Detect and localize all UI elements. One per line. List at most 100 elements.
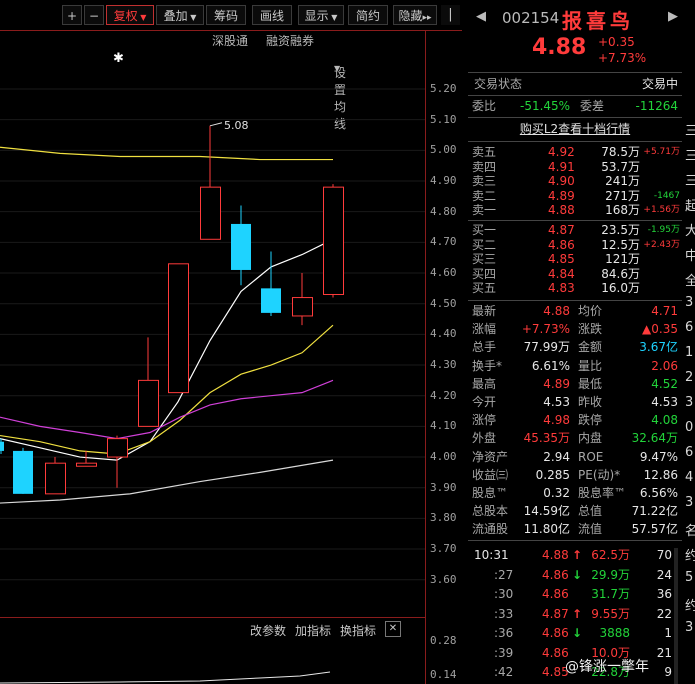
stat-value: 2.06 <box>651 358 678 373</box>
stat-label: 流通股 <box>472 522 509 537</box>
tick-time: :36 <box>494 626 514 640</box>
stat-row: 总手 77.99万 金额 3.67亿 <box>468 339 682 356</box>
edge-char: 起 <box>685 199 695 214</box>
level-price: 4.83 <box>548 281 575 295</box>
buy-l2-link[interactable]: 购买L2查看十档行情 <box>468 121 682 138</box>
tick-time: :42 <box>494 665 514 679</box>
tick-volume: 3888 <box>599 626 630 640</box>
close-indicator-icon[interactable]: ✕ <box>385 621 401 637</box>
next-stock-icon[interactable]: ▶ <box>668 9 678 24</box>
candle-body <box>45 462 66 495</box>
price-tick: 4.70 <box>430 235 457 249</box>
stat-label: 总手 <box>472 340 497 355</box>
candle-body <box>292 297 313 317</box>
stat-label: ROE <box>578 449 604 464</box>
stat-label: 最高 <box>472 376 497 391</box>
stat-label: 最低 <box>578 376 603 391</box>
level-label: 卖一 <box>472 203 497 217</box>
stat-label: 换手* <box>472 358 503 373</box>
level-delta: +1.56万 <box>643 205 680 215</box>
stat-label: 净资产 <box>472 449 509 464</box>
tick-time: :30 <box>494 587 514 601</box>
stat-value: 12.86 <box>643 467 678 482</box>
price-tick: 4.40 <box>430 327 457 341</box>
weicha-label: 委差 <box>580 99 605 113</box>
stat-label: PE(动)* <box>578 467 621 482</box>
stat-label: 最新 <box>472 304 497 318</box>
stat-row: 流通股 11.80亿 流值 57.57亿 <box>468 521 682 538</box>
stat-row: 外盘 45.35万 内盘 32.64万 <box>468 430 682 447</box>
price-tick: 3.80 <box>430 511 457 525</box>
edge-char: 三 <box>685 174 695 189</box>
edge-panel: 三三三起大中全361230643名约5约3 <box>682 0 695 684</box>
candle-body <box>200 186 221 240</box>
stat-value: 4.08 <box>651 413 678 428</box>
price-change: +0.35 <box>598 35 635 49</box>
stat-value: 6.61% <box>531 358 570 373</box>
jiazhibiao-button[interactable]: 加指标 <box>295 622 331 639</box>
stat-label: 股息率™ <box>578 486 627 500</box>
stat-value: 4.52 <box>651 376 678 391</box>
edge-char: 三 <box>685 124 695 139</box>
prev-stock-icon[interactable]: ◀ <box>476 9 486 24</box>
edge-char: 全 <box>685 274 695 289</box>
ma-line <box>0 238 334 461</box>
tick-time: :27 <box>494 567 514 582</box>
arrow-up-icon: ↑ <box>572 548 583 562</box>
price-tick: 4.80 <box>430 204 457 218</box>
edge-char: 0 <box>685 420 694 435</box>
stat-value: 4.89 <box>543 376 570 391</box>
edge-char: 3 <box>685 495 694 510</box>
stat-value: 4.71 <box>651 304 678 318</box>
edge-char: 5 <box>685 570 694 585</box>
gaicanshu-button[interactable]: 改参数 <box>250 622 286 639</box>
tick-count: 22 <box>656 606 672 621</box>
level-price: 4.88 <box>548 203 575 217</box>
tick-row[interactable]: :36 4.86 ↓ 3888 1 <box>468 625 682 642</box>
price-change-pct: +7.73% <box>598 51 647 65</box>
edge-char: 3 <box>685 395 694 410</box>
stat-row: 换手* 6.61% 量比 2.06 <box>468 358 682 375</box>
price-tick: 4.30 <box>430 358 457 372</box>
candle-body <box>138 379 159 427</box>
tick-scrollbar[interactable] <box>674 548 678 684</box>
stat-label: 总值 <box>578 504 603 519</box>
price-tick: 3.60 <box>430 572 457 586</box>
edge-char: 2 <box>685 370 694 385</box>
candle-body <box>13 450 33 494</box>
arrow-down-icon: ↓ <box>572 567 583 582</box>
stat-value: 57.57亿 <box>631 522 678 537</box>
huanzhibiao-button[interactable]: 换指标 <box>340 622 376 639</box>
edge-char: 4 <box>685 470 694 485</box>
stat-row: 涨停 4.98 跌停 4.08 <box>468 412 682 429</box>
buy-row[interactable]: 买五 4.83 16.0万 <box>468 280 682 297</box>
stat-value: 11.80亿 <box>523 522 570 537</box>
tick-time: 10:31 <box>474 548 509 562</box>
stat-value: 9.47% <box>639 449 678 464</box>
tick-row[interactable]: :27 4.86 ↓ 29.9万 24 <box>468 567 682 584</box>
stat-label: 涨停 <box>472 413 497 428</box>
marker-line <box>209 122 223 127</box>
stat-row: 最高 4.89 最低 4.52 <box>468 376 682 393</box>
star-marker: ✱ <box>113 51 124 66</box>
watermark: @锋涨一撆年 <box>565 659 649 675</box>
stat-value: 45.35万 <box>523 431 570 446</box>
stat-value: 71.22亿 <box>631 504 678 519</box>
arrow-up-icon: ↑ <box>572 606 583 621</box>
edge-char: 6 <box>685 320 694 335</box>
high-marker-label: 5.08 <box>224 119 249 132</box>
candlestick-chart[interactable]: ✱ 5.08 <box>0 0 462 684</box>
tick-price: 4.86 <box>542 567 569 582</box>
tick-count: 21 <box>656 645 672 660</box>
tick-row[interactable]: 10:31 4.88 ↑ 62.5万 70 <box>468 547 682 564</box>
price-tick: 4.20 <box>430 388 457 402</box>
ma-line <box>0 146 333 161</box>
tick-row[interactable]: :30 4.86 31.7万 36 <box>468 586 682 603</box>
weibi-value: -51.45% <box>520 99 571 113</box>
stat-label: 跌停 <box>578 413 603 428</box>
stat-value: 32.64万 <box>631 431 678 446</box>
indicator-tick: 0.28 <box>430 634 457 647</box>
stat-label: 流值 <box>578 522 603 537</box>
sell-row[interactable]: 卖一 4.88 168万 +1.56万 <box>468 202 682 219</box>
tick-row[interactable]: :33 4.87 ↑ 9.55万 22 <box>468 606 682 623</box>
